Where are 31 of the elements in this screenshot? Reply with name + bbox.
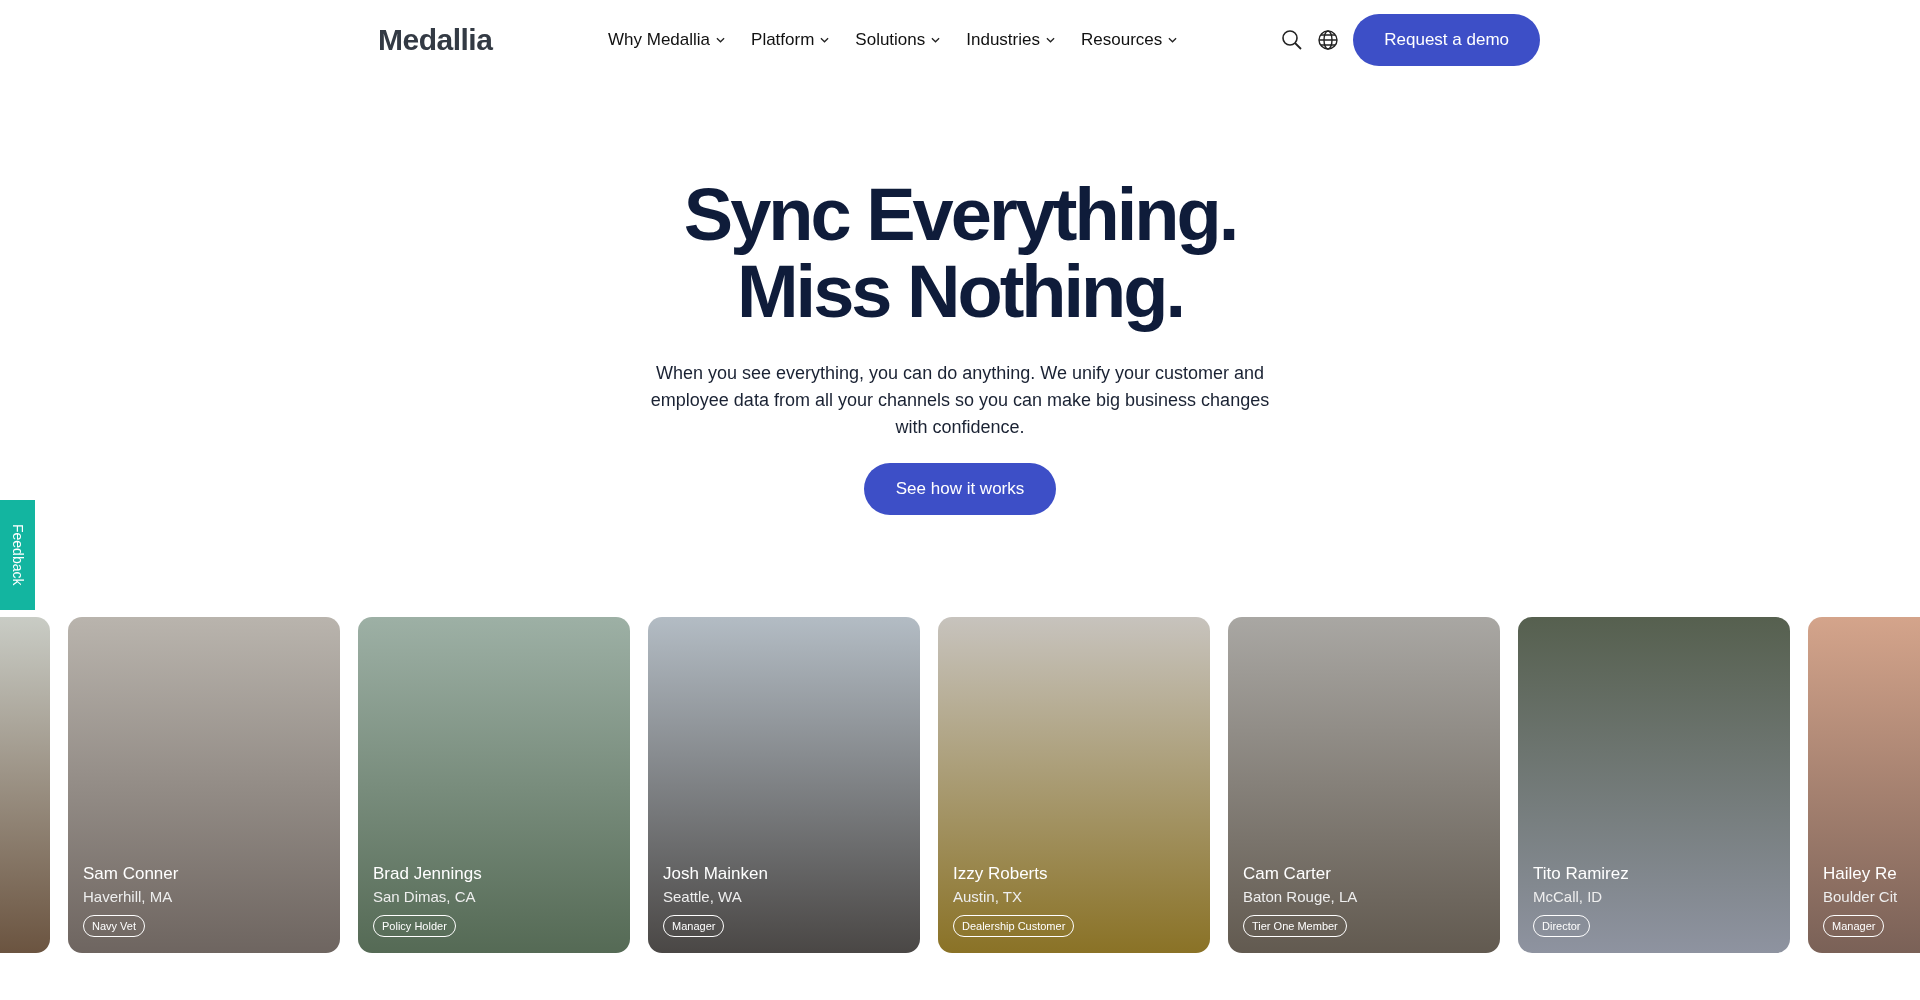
nav-menu-item[interactable]: Industries	[966, 30, 1055, 50]
globe-icon[interactable]	[1317, 29, 1340, 51]
person-name: Tito Ramirez	[1533, 864, 1629, 884]
person-location: Seattle, WA	[663, 888, 742, 905]
search-icon[interactable]	[1281, 29, 1304, 51]
request-demo-button[interactable]: Request a demo	[1353, 14, 1540, 66]
person-location: Austin, TX	[953, 888, 1022, 905]
person-location: San Dimas, CA	[373, 888, 476, 905]
person-location: Baton Rouge, LA	[1243, 888, 1358, 905]
person-name: Cam Carter	[1243, 864, 1331, 884]
person-name: Brad Jennings	[373, 864, 482, 884]
nav-menu-item[interactable]: Solutions	[855, 30, 941, 50]
chevron-down-icon	[931, 37, 941, 43]
person-location: Haverhill, MA	[83, 888, 173, 905]
person-name: Josh Mainken	[663, 864, 768, 884]
chevron-down-icon	[1046, 37, 1055, 43]
medallia-logo[interactable]: Medallia	[378, 23, 608, 57]
nav-menu-item[interactable]: Why Medallia	[608, 30, 726, 50]
person-name: Izzy Roberts	[953, 864, 1048, 884]
person-location: McCall, ID	[1533, 888, 1603, 905]
hero-heading: Sync Everything. Miss Nothing.	[683, 176, 1237, 330]
person-location: Boulder Cit	[1823, 888, 1898, 905]
nav-menu-item[interactable]: Resources	[1081, 30, 1178, 50]
chevron-down-icon	[1168, 37, 1178, 43]
nav-menu-item[interactable]: Platform	[751, 30, 830, 50]
chevron-down-icon	[820, 37, 830, 43]
person-name: Sam Conner	[83, 864, 179, 884]
see-how-it-works-button[interactable]: See how it works	[863, 463, 1057, 515]
person-name: Hailey Re	[1823, 864, 1897, 884]
chevron-down-icon	[716, 37, 726, 43]
hero-paragraph: When you see everything, you can do anything. We unify your customer and employee data from all your channels so you can make big business changes with confidence.	[649, 362, 1271, 439]
